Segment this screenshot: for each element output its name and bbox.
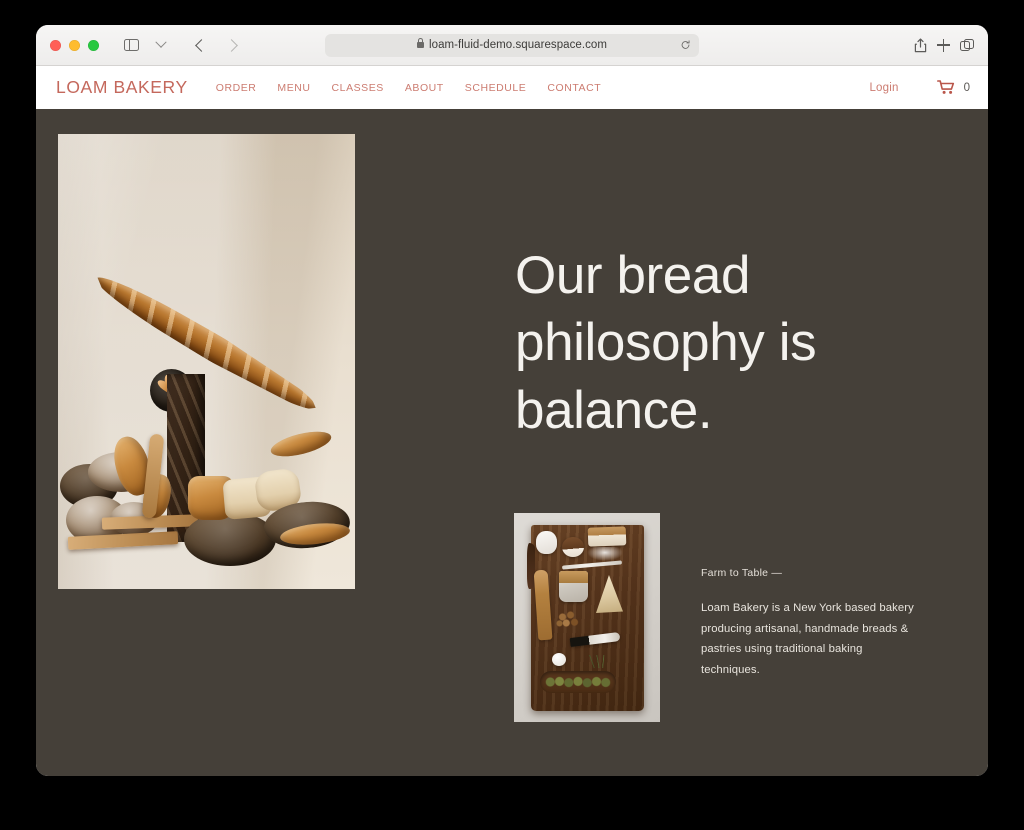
nav-item-about[interactable]: ABOUT [405,82,444,94]
hero-loaf [184,512,276,566]
share-icon[interactable] [914,37,927,53]
address-bar[interactable]: loam-fluid-demo.squarespace.com [325,33,699,57]
page-content: Our bread philosophy is balance. Farm to… [36,109,988,776]
chevron-down-icon [155,36,167,48]
lock-icon [417,38,425,48]
feature-milk-pitcher [536,531,557,554]
copy-paragraph: Loam Bakery is a New York based bakery p… [701,602,914,676]
new-tab-icon[interactable] [937,38,950,52]
back-button[interactable] [187,33,215,57]
feature-walnuts [555,609,580,629]
toolbar-right-controls [914,37,974,53]
feature-image [514,513,660,722]
feature-copy: Farm to Table — Loam Bakery is a New Yor… [701,567,916,691]
browser-window: loam-fluid-demo.squarespace.com LOAM BAK… [36,25,988,776]
feature-olives [545,676,611,688]
toolbar-left-controls [117,33,245,57]
primary-navigation: ORDER MENU CLASSES ABOUT SCHEDULE CONTAC… [216,82,601,94]
login-link[interactable]: Login [869,82,898,94]
chevron-left-icon [194,38,208,52]
header-utilities: Login 0 [869,80,970,95]
site-logo[interactable]: LOAM BAKERY [56,77,188,98]
copy-eyebrow: Farm to Table — [701,567,783,579]
feature-dough-scraper [559,571,588,602]
reload-icon[interactable] [680,40,691,51]
tab-overview-icon[interactable] [960,38,974,52]
page-headline: Our bread philosophy is balance. [515,245,817,441]
window-controls [50,39,99,51]
feature-bowl [562,537,584,557]
feature-herbs [584,655,614,668]
forward-button[interactable] [217,33,245,57]
chevron-right-icon [224,38,238,52]
nav-item-contact[interactable]: CONTACT [547,82,601,94]
nav-item-order[interactable]: ORDER [216,82,257,94]
sidebar-dropdown-button[interactable] [147,33,175,57]
nav-item-schedule[interactable]: SCHEDULE [465,82,527,94]
maximize-window-button[interactable] [88,39,99,51]
shopping-cart-icon [936,80,954,94]
cart-count: 0 [963,81,970,94]
close-window-button[interactable] [50,39,61,51]
feature-egg [552,653,566,666]
sidebar-icon [123,38,139,52]
nav-item-classes[interactable]: CLASSES [332,82,384,94]
minimize-window-button[interactable] [69,39,80,51]
url-text: loam-fluid-demo.squarespace.com [429,39,607,51]
site-header: LOAM BAKERY ORDER MENU CLASSES ABOUT SCH… [36,66,988,109]
nav-item-menu[interactable]: MENU [277,82,310,94]
sidebar-toggle-button[interactable] [117,33,145,57]
desktop-backdrop: loam-fluid-demo.squarespace.com LOAM BAK… [0,0,1024,830]
feature-flour-dusting [587,547,623,561]
feature-pastry-brush [587,526,627,547]
browser-toolbar: loam-fluid-demo.squarespace.com [36,25,988,66]
hero-image [58,134,355,589]
cart-button[interactable]: 0 [936,80,970,95]
